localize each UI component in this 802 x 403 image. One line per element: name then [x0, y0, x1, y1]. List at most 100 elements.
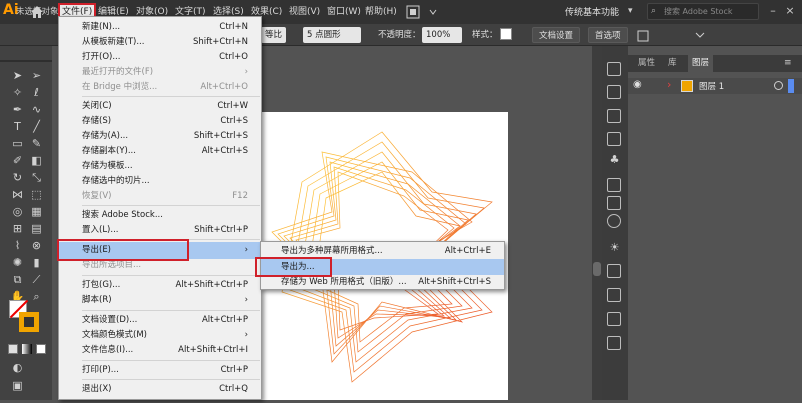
gradient-mode-icon[interactable] [22, 344, 32, 354]
width-tool-icon[interactable]: ⋈ [10, 187, 25, 202]
pen-tool-icon[interactable]: ✒ [10, 102, 25, 117]
menu-item-save-copy[interactable]: 存储副本(Y)... Alt+Ctrl+S [82, 144, 254, 159]
menu-item-color-mode[interactable]: 文档颜色模式(M) › [82, 328, 254, 343]
stroke-panel-icon[interactable] [607, 178, 621, 192]
chevron-right-icon[interactable]: › [667, 78, 671, 91]
eyedropper-icon[interactable]: ⌇ [10, 238, 25, 253]
mesh-tool-icon[interactable]: ⊞ [10, 221, 25, 236]
layer-target-icon[interactable] [774, 81, 783, 90]
artboards-panel-icon[interactable] [607, 312, 621, 326]
vertical-scrollbar[interactable] [592, 46, 602, 400]
direct-selection-icon[interactable]: ➢ [29, 68, 44, 83]
line-tool-icon[interactable]: ╱ [29, 119, 44, 134]
gradient-panel-icon[interactable] [607, 196, 621, 210]
appearance-icon[interactable]: ☀ [607, 240, 622, 255]
draw-mode-icon[interactable]: ◐ [10, 360, 25, 375]
menu-item-label: 文件信息(I)... [82, 345, 134, 355]
layers-panel-icon[interactable] [607, 288, 621, 302]
color-guide-icon[interactable] [607, 85, 621, 99]
symbols-icon[interactable]: ♣ [607, 152, 622, 167]
perspective-grid-icon[interactable]: ▦ [29, 204, 44, 219]
export-annotation-box [57, 239, 189, 261]
color-panel-icon[interactable] [607, 62, 621, 76]
document-setup-button[interactable]: 文档设置 [532, 27, 581, 43]
graph-tool-icon[interactable]: ▮ [29, 255, 44, 270]
menu-item-revert[interactable]: 恢复(V) F12 [82, 189, 254, 204]
menu-item-open[interactable]: 打开(O)... Ctrl+O [82, 50, 254, 65]
none-mode-icon[interactable] [36, 344, 46, 354]
brush-tool-icon[interactable]: ✐ [10, 153, 25, 168]
chevron-down-icon[interactable]: ▾ [628, 6, 633, 16]
blend-tool-icon[interactable]: ⊗ [29, 238, 44, 253]
tab-libraries[interactable]: 库 [664, 55, 681, 72]
eye-icon[interactable]: ◉ [633, 79, 642, 90]
symbol-sprayer-icon[interactable]: ✺ [10, 255, 25, 270]
layer-name[interactable]: 图层 1 [699, 80, 724, 92]
arrange-icon[interactable] [636, 29, 706, 43]
menu-item-new-from-template[interactable]: 从模板新建(T)... Shift+Ctrl+N [82, 35, 254, 50]
panel-menu-icon[interactable]: ≡ [784, 58, 792, 68]
zoom-tool-icon[interactable]: ⌕ [29, 289, 44, 304]
magic-wand-icon[interactable]: ✧ [10, 85, 25, 100]
style-swatch[interactable] [500, 28, 512, 40]
workspace-icon[interactable] [406, 5, 440, 19]
menu-item-save-as[interactable]: 存储为(A)... Shift+Ctrl+S [82, 129, 254, 144]
type-tool-icon[interactable]: T [10, 119, 25, 134]
scale-tool-icon[interactable]: ⤡ [29, 170, 44, 185]
preferences-button[interactable]: 首选项 [588, 27, 628, 43]
rectangle-tool-icon[interactable]: ▭ [10, 136, 25, 151]
menu-item-package[interactable]: 打包(G)... Alt+Shift+Ctrl+P [82, 278, 254, 293]
menu-item-new[interactable]: 新建(N)... Ctrl+N [82, 20, 254, 35]
slice-tool-icon[interactable]: ⟋ [29, 272, 44, 287]
menu-view[interactable]: 视图(V) [289, 4, 320, 20]
shortcut: Ctrl+N [219, 22, 248, 32]
stroke-swatch[interactable] [19, 312, 39, 332]
minimize-icon[interactable]: – [767, 5, 779, 17]
pencil-tool-icon[interactable]: ✎ [29, 136, 44, 151]
graphic-styles-icon[interactable] [607, 264, 621, 278]
menu-item-label: 存储选中的切片... [82, 176, 150, 186]
screen-mode-icon[interactable]: ▣ [10, 378, 25, 393]
gradient-tool-icon[interactable]: ▤ [29, 221, 44, 236]
curvature-icon[interactable]: ∿ [29, 102, 44, 117]
tab-layers[interactable]: 图层 [688, 55, 714, 72]
menu-item-bridge[interactable]: 在 Bridge 中浏览... Alt+Ctrl+O [82, 80, 254, 95]
stock-search-input[interactable]: 搜索 Adobe Stock [647, 3, 759, 20]
menu-item-save[interactable]: 存储(S) Ctrl+S [82, 114, 254, 129]
menu-item-file-info[interactable]: 文件信息(I)... Alt+Shift+Ctrl+I [82, 343, 254, 358]
proportion-select[interactable]: 等比 [261, 27, 287, 43]
menu-item-save-template[interactable]: 存储为模板... [82, 159, 254, 174]
shape-builder-icon[interactable]: ◎ [10, 204, 25, 219]
artboard-tool-icon[interactable]: ⧉ [10, 272, 25, 287]
menu-item-scripts[interactable]: 脚本(R) › [82, 293, 254, 308]
color-mode-icon[interactable] [8, 344, 18, 354]
opacity-input[interactable]: 100% [422, 27, 462, 43]
workspace-preset[interactable]: 传统基本功能 [565, 5, 619, 18]
brushes-icon[interactable] [607, 132, 621, 146]
menu-item-document-setup[interactable]: 文档设置(D)... Alt+Ctrl+P [82, 313, 254, 328]
menu-item-search-stock[interactable]: 搜索 Adobe Stock... [82, 208, 254, 223]
lasso-icon[interactable]: ℓ [29, 85, 44, 100]
menu-item-print[interactable]: 打印(P)... Ctrl+P [82, 363, 254, 378]
close-icon[interactable]: × [784, 5, 796, 17]
menu-item-exit[interactable]: 退出(X) Ctrl+Q [82, 382, 254, 397]
menu-item-save-slices[interactable]: 存储选中的切片... [82, 174, 254, 189]
menu-help[interactable]: 帮助(H) [365, 4, 397, 20]
submenu-item-save-for-web[interactable]: 存储为 Web 所用格式（旧版）... Alt+Shift+Ctrl+S [281, 275, 499, 290]
brush-select[interactable]: 5 点圆形 [303, 27, 361, 43]
swatches-icon[interactable] [607, 109, 621, 123]
menu-item-recent[interactable]: 最近打开的文件(F) › [82, 65, 254, 80]
menu-window[interactable]: 窗口(W) [327, 4, 361, 20]
menu-item-close[interactable]: 关闭(C) Ctrl+W [82, 99, 254, 114]
tab-properties[interactable]: 属性 [634, 55, 659, 72]
selection-tool-icon[interactable]: ➤ [10, 68, 25, 83]
menu-item-label: 关闭(C) [82, 101, 112, 111]
shortcut: F12 [232, 191, 248, 201]
eraser-tool-icon[interactable]: ◧ [29, 153, 44, 168]
scrollbar-thumb[interactable] [593, 262, 601, 276]
menu-item-place[interactable]: 置入(L)... Shift+Ctrl+P [82, 223, 254, 238]
links-panel-icon[interactable] [607, 336, 621, 350]
rotate-tool-icon[interactable]: ↻ [10, 170, 25, 185]
free-transform-icon[interactable]: ⬚ [29, 187, 44, 202]
transparency-icon[interactable] [607, 214, 621, 228]
